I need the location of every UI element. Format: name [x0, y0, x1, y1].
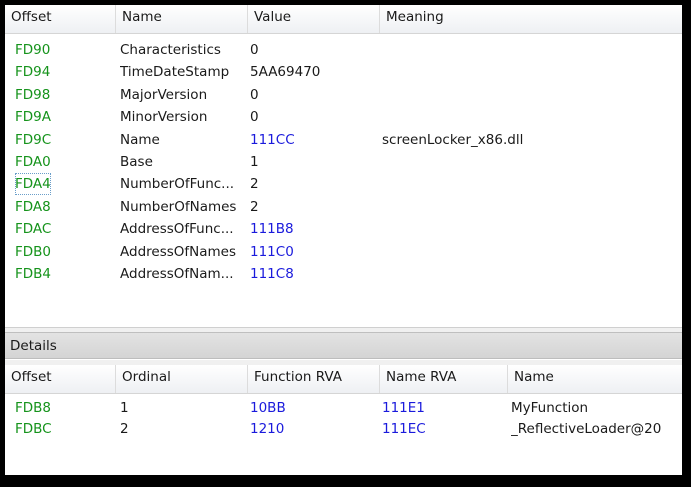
column-header-meaning[interactable]: Meaning: [380, 5, 682, 33]
table-row[interactable]: FDB0 AddressOfNames 111C0: [5, 241, 682, 263]
details-title-bar: Details: [5, 332, 682, 359]
table-row[interactable]: FD90 Characteristics 0: [5, 39, 682, 61]
value-cell: 5AA69470: [250, 64, 321, 81]
offset-cell: FDA4: [15, 173, 51, 196]
export-directory-table: Offset Name Value Meaning FD90 Characteri…: [5, 5, 682, 327]
offset-cell: FD9A: [15, 109, 51, 126]
value-cell: 111CC: [250, 131, 295, 148]
table-row[interactable]: FD94 TimeDateStamp 5AA69470: [5, 61, 682, 83]
table-row[interactable]: FD9A MinorVersion 0: [5, 106, 682, 128]
offset-cell: FDA0: [15, 154, 51, 170]
name-cell: Base: [120, 154, 153, 170]
pe-viewer-window: Offset Name Value Meaning FD90 Characteri…: [0, 0, 691, 487]
value-cell: 0: [250, 86, 259, 103]
ordinal-cell: 1: [120, 400, 129, 416]
value-cell: 0: [250, 109, 259, 126]
column-header-value[interactable]: Value: [248, 5, 380, 33]
offset-cell: FD98: [15, 86, 51, 103]
name-rva-cell: 111EC: [382, 421, 426, 437]
details-column-header-name[interactable]: Name: [508, 365, 682, 393]
details-table: Offset Ordinal Function RVA Name RVA Nam…: [5, 365, 682, 475]
name-cell: MinorVersion: [120, 109, 208, 126]
table-row[interactable]: FD98 MajorVersion 0: [5, 84, 682, 106]
ordinal-cell: 2: [120, 421, 129, 437]
offset-cell: FD94: [15, 64, 51, 81]
name-cell: TimeDateStamp: [120, 64, 230, 81]
offset-cell: FDB0: [15, 243, 52, 260]
name-cell: NumberOfFunc...: [120, 176, 235, 193]
value-cell: 111B8: [250, 221, 294, 238]
export-name-cell: MyFunction: [511, 400, 589, 416]
offset-cell: FD90: [15, 42, 51, 58]
table-row[interactable]: FDA8 NumberOfNames 2: [5, 196, 682, 218]
name-cell: Name: [120, 131, 160, 148]
details-column-header-offset[interactable]: Offset: [5, 365, 116, 393]
offset-cell: FD9C: [15, 131, 52, 148]
export-name-cell: _ReflectiveLoader@20: [511, 421, 662, 437]
value-cell: 0: [250, 42, 259, 58]
function-rva-cell: 1210: [250, 421, 285, 437]
value-cell: 2: [250, 176, 259, 193]
offset-cell: FDBC: [15, 421, 52, 437]
offset-cell: FDA8: [15, 198, 51, 215]
name-cell: Characteristics: [120, 42, 221, 58]
name-cell: MajorVersion: [120, 86, 208, 103]
details-row[interactable]: FDBC 2 1210 111EC _ReflectiveLoader@20: [5, 418, 682, 440]
name-cell: AddressOfNam...: [120, 266, 234, 282]
details-row[interactable]: FDB8 1 10BB 111E1 MyFunction: [5, 397, 682, 419]
table-row[interactable]: FDA0 Base 1: [5, 151, 682, 173]
table-row[interactable]: FDAC AddressOfFunc... 111B8: [5, 218, 682, 240]
name-cell: NumberOfNames: [120, 198, 237, 215]
details-column-header-name-rva[interactable]: Name RVA: [380, 365, 508, 393]
function-rva-cell: 10BB: [250, 400, 286, 416]
offset-cell: FDB4: [15, 266, 52, 282]
details-column-header-ordinal[interactable]: Ordinal: [116, 365, 248, 393]
table-row[interactable]: FDB4 AddressOfNam... 111C8: [5, 263, 682, 285]
column-header-offset[interactable]: Offset: [5, 5, 116, 33]
details-title: Details: [10, 338, 57, 354]
export-table-header: Offset Name Value Meaning: [5, 5, 682, 34]
name-rva-cell: 111E1: [382, 400, 425, 416]
offset-cell: FDB8: [15, 400, 52, 416]
name-cell: AddressOfFunc...: [120, 221, 234, 238]
table-row[interactable]: FD9C Name 111CC screenLocker_x86.dll: [5, 129, 682, 151]
value-cell: 2: [250, 198, 259, 215]
column-header-name[interactable]: Name: [116, 5, 248, 33]
details-column-header-function-rva[interactable]: Function RVA: [248, 365, 380, 393]
name-cell: AddressOfNames: [120, 243, 237, 260]
value-cell: 1: [250, 154, 259, 170]
table-row[interactable]: FDA4 NumberOfFunc... 2: [5, 173, 682, 196]
value-cell: 111C0: [250, 243, 294, 260]
value-cell: 111C8: [250, 266, 294, 282]
meaning-cell: screenLocker_x86.dll: [382, 131, 524, 148]
offset-cell: FDAC: [15, 221, 52, 238]
details-table-header: Offset Ordinal Function RVA Name RVA Nam…: [5, 365, 682, 394]
